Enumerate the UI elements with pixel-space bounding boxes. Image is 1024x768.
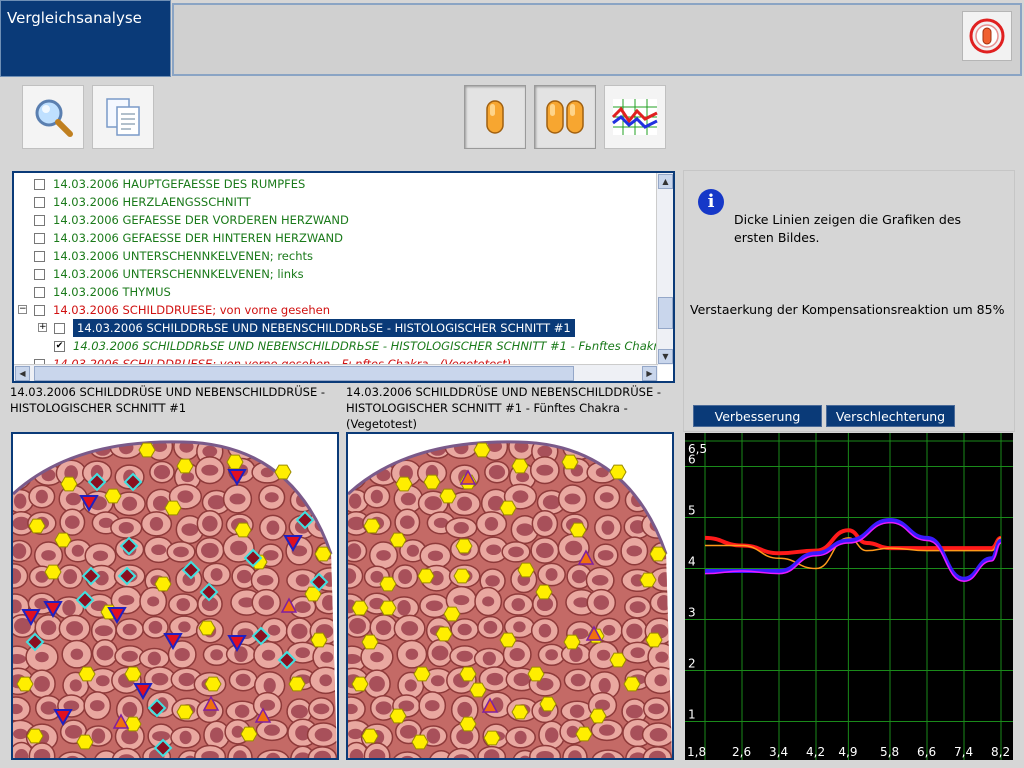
x-tick-label: 4,2 bbox=[806, 745, 825, 759]
x-tick-label: 8,2 bbox=[991, 745, 1010, 759]
y-tick-label: 5 bbox=[688, 504, 696, 518]
x-tick-label: 1,8 bbox=[687, 745, 706, 759]
worsening-button[interactable]: Verschlechterung bbox=[826, 405, 955, 427]
chart-svg: 1,8 2,6 3,4 4,2 4,9 5,8 6,6 7,4 8,21234566,5 bbox=[685, 433, 1013, 760]
row-checkbox[interactable] bbox=[34, 233, 45, 244]
tree-row[interactable]: 14.03.2006 GEFAESSE DER VORDEREN HERZWAN… bbox=[14, 211, 654, 229]
tree-row-label: 14.03.2006 THYMUS bbox=[53, 285, 171, 299]
histology-picture bbox=[348, 434, 672, 758]
x-tick-label: 7,4 bbox=[954, 745, 973, 759]
row-checkbox[interactable] bbox=[54, 323, 65, 334]
magnifier-icon bbox=[35, 99, 73, 137]
close-button[interactable] bbox=[962, 11, 1012, 61]
row-checkbox[interactable] bbox=[34, 269, 45, 280]
double-capsule-button[interactable] bbox=[534, 85, 596, 149]
y-tick-label: 2 bbox=[688, 657, 696, 671]
scroll-down-icon[interactable]: ▼ bbox=[658, 349, 673, 364]
scroll-up-icon[interactable]: ▲ bbox=[658, 174, 673, 189]
x-tick-label: 5,8 bbox=[880, 745, 899, 759]
y-tick-label: 4 bbox=[688, 555, 696, 569]
info-text: Dicke Linien zeigen die Grafiken des ers… bbox=[734, 212, 962, 245]
close-power-icon bbox=[969, 18, 1005, 54]
x-tick-label: 3,4 bbox=[769, 745, 788, 759]
comparison-chart: 1,8 2,6 3,4 4,2 4,9 5,8 6,6 7,4 8,2 1 2 3 4 5 6 6,5 bbox=[685, 433, 1013, 760]
y-tick-label: 6,5 bbox=[688, 442, 707, 456]
chart-button[interactable] bbox=[604, 85, 666, 149]
y-tick-label: 3 bbox=[688, 606, 696, 620]
scroll-thumb[interactable] bbox=[658, 297, 673, 329]
collapse-icon[interactable]: − bbox=[18, 305, 27, 314]
tree-row[interactable]: 14.03.2006 UNTERSCHENNKELVENEN; rechts bbox=[14, 247, 654, 265]
tree-row[interactable]: 14.03.2006 UNTERSCHENNKELVENEN; links bbox=[14, 265, 654, 283]
tree-row[interactable]: 14.03.2006 HERZLAENGSSCHNITT bbox=[14, 193, 654, 211]
tree-row-label: 14.03.2006 SCHILDDRUESE; von vorne geseh… bbox=[53, 303, 331, 317]
tree-row-label: 14.03.2006 GEFAESSE DER HINTEREN HERZWAN… bbox=[53, 231, 343, 245]
left-image-caption: 14.03.2006 SCHILDDRÜSE UND NEBENSCHILDDR… bbox=[10, 385, 326, 415]
documents-icon bbox=[106, 98, 140, 136]
right-image-caption: 14.03.2006 SCHILDDRÜSE UND NEBENSCHILDDR… bbox=[346, 385, 662, 431]
row-checkbox[interactable] bbox=[34, 287, 45, 298]
x-tick-label: 4,9 bbox=[838, 745, 857, 759]
search-button[interactable] bbox=[22, 85, 84, 149]
window-title-tab: Vergleichsanalyse bbox=[0, 0, 171, 77]
info-panel: i Dicke Linien zeigen die Grafiken des e… bbox=[683, 170, 1015, 432]
capsule-icon bbox=[486, 100, 504, 134]
tree-row-label: 14.03.2006 SCHILDDRЬSE UND NEBENSCHILDDR… bbox=[73, 319, 575, 337]
tree-row[interactable]: − 14.03.2006 SCHILDDRUESE; von vorne gese… bbox=[14, 301, 654, 319]
tree-row-label: 14.03.2006 HAUPTGEFAESSE DES RUMPFES bbox=[53, 177, 306, 191]
single-capsule-button[interactable] bbox=[464, 85, 526, 149]
x-tick-label: 2,6 bbox=[732, 745, 751, 759]
tree-row[interactable]: 14.03.2006 HAUPTGEFAESSE DES RUMPFES bbox=[14, 175, 654, 193]
scroll-right-icon[interactable]: ▶ bbox=[642, 366, 657, 381]
tree-row-label: 14.03.2006 HERZLAENGSSCHNITT bbox=[53, 195, 251, 209]
tree-vertical-scrollbar[interactable]: ▲ ▼ bbox=[656, 173, 673, 365]
record-tree-list[interactable]: 14.03.2006 HAUPTGEFAESSE DES RUMPFES 14.0… bbox=[12, 171, 675, 383]
scroll-thumb-horizontal[interactable] bbox=[34, 366, 574, 381]
histology-picture bbox=[13, 434, 337, 758]
left-histology-image[interactable] bbox=[11, 432, 339, 760]
row-checkbox[interactable] bbox=[34, 305, 45, 316]
y-tick-label: 1 bbox=[688, 708, 696, 722]
window-title: Vergleichsanalyse bbox=[7, 9, 142, 27]
result-text: Verstaerkung der Kompensationsreaktion u… bbox=[690, 302, 1005, 317]
tree-row[interactable]: +14.03.2006 SCHILDDRЬSE UND NEBENSCHILDD… bbox=[14, 319, 654, 337]
tree-row-label: 14.03.2006 UNTERSCHENNKELVENEN; links bbox=[53, 267, 304, 281]
row-checkbox[interactable] bbox=[34, 215, 45, 226]
scroll-left-icon[interactable]: ◀ bbox=[15, 366, 30, 381]
x-tick-label: 6,6 bbox=[917, 745, 936, 759]
tree-row[interactable]: 14.03.2006 GEFAESSE DER HINTEREN HERZWAN… bbox=[14, 229, 654, 247]
tree-row-label: 14.03.2006 SCHILDDRЬSE UND NEBENSCHILDDR… bbox=[73, 339, 666, 353]
row-checkbox[interactable] bbox=[34, 197, 45, 208]
improvement-button[interactable]: Verbesserung bbox=[693, 405, 822, 427]
right-histology-image[interactable] bbox=[346, 432, 674, 760]
info-icon: i bbox=[698, 189, 724, 215]
chart-icon bbox=[611, 99, 658, 135]
row-checkbox[interactable]: ✔ bbox=[54, 341, 65, 352]
row-checkbox[interactable] bbox=[34, 251, 45, 262]
tree-row[interactable]: ✔ 14.03.2006 SCHILDDRЬSE UND NEBENSCHILDD… bbox=[14, 337, 665, 355]
copy-button[interactable] bbox=[92, 85, 154, 149]
tree-horizontal-scrollbar[interactable]: ◀ ▶ bbox=[14, 364, 658, 381]
tree-row[interactable]: 14.03.2006 THYMUS bbox=[14, 283, 654, 301]
row-checkbox[interactable] bbox=[34, 179, 45, 190]
double-capsule-icon bbox=[546, 100, 584, 134]
expand-icon[interactable]: + bbox=[38, 323, 47, 332]
tree-row-label: 14.03.2006 UNTERSCHENNKELVENEN; rechts bbox=[53, 249, 313, 263]
tree-row-label: 14.03.2006 GEFAESSE DER VORDEREN HERZWAN… bbox=[53, 213, 349, 227]
header-bar bbox=[172, 3, 1022, 76]
